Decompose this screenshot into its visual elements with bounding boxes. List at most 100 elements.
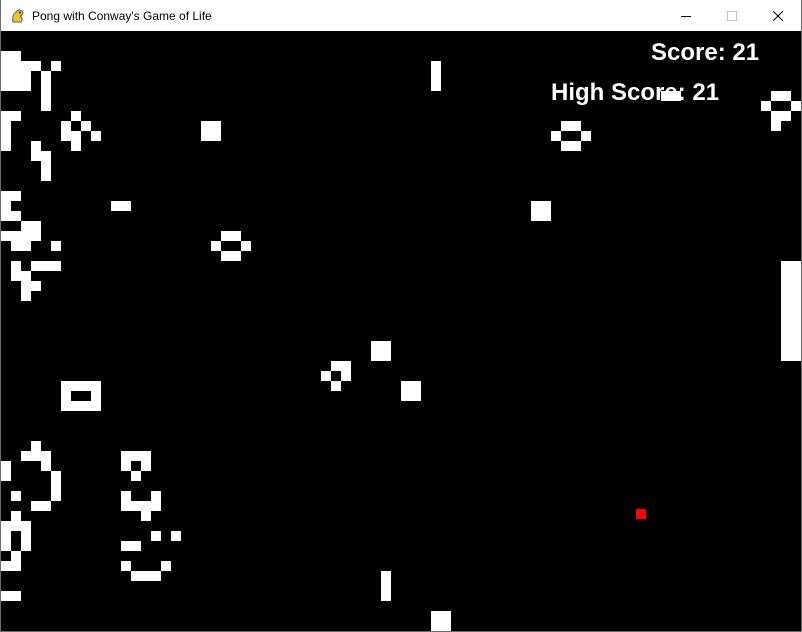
life-cell	[151, 501, 161, 511]
life-cell	[41, 261, 51, 271]
life-cell	[111, 201, 121, 211]
life-cell	[171, 531, 181, 541]
life-cell	[1, 231, 11, 241]
life-cell	[1, 191, 11, 201]
life-cell	[1, 591, 11, 601]
life-cell	[1, 61, 11, 71]
life-cell	[51, 61, 61, 71]
life-cell	[401, 381, 411, 391]
title-bar[interactable]: Pong with Conway's Game of Life	[1, 0, 801, 32]
life-cell	[561, 141, 571, 151]
life-cell	[771, 91, 781, 101]
minimize-icon	[681, 15, 691, 17]
life-cell	[91, 381, 101, 391]
life-cell	[1, 121, 11, 131]
life-cell	[531, 201, 541, 211]
life-cell	[81, 381, 91, 391]
life-cell	[121, 451, 131, 461]
life-cell	[41, 151, 51, 161]
life-cell	[21, 541, 31, 551]
life-cell	[31, 451, 41, 461]
life-cell	[561, 121, 571, 131]
life-cell	[541, 201, 551, 211]
life-cell	[51, 241, 61, 251]
life-cell	[761, 101, 771, 111]
life-cell	[1, 461, 11, 471]
life-cell	[201, 121, 211, 131]
life-cell	[331, 381, 341, 391]
life-cell	[31, 221, 41, 231]
close-button[interactable]	[755, 0, 801, 31]
maximize-icon	[727, 10, 737, 21]
life-cell	[61, 121, 71, 131]
life-cell	[1, 471, 11, 481]
life-cell	[431, 611, 441, 621]
life-cell	[41, 161, 51, 171]
life-cell	[211, 241, 221, 251]
life-cell	[321, 371, 331, 381]
pygame-snake-icon	[10, 8, 26, 24]
life-cell	[431, 71, 441, 81]
life-cell	[21, 531, 31, 541]
life-cell	[121, 561, 131, 571]
game-canvas[interactable]: Score: 21 High Score: 21	[1, 31, 801, 631]
life-cell	[121, 541, 131, 551]
life-cell	[11, 591, 21, 601]
life-cell	[121, 201, 131, 211]
life-cell	[431, 61, 441, 71]
life-cell	[401, 391, 411, 401]
life-cell	[61, 401, 71, 411]
life-cell	[31, 281, 41, 291]
life-cell	[51, 481, 61, 491]
life-cell	[221, 251, 231, 261]
life-cell	[411, 391, 421, 401]
life-cell	[441, 621, 451, 631]
life-cell	[1, 521, 11, 531]
life-cell	[71, 131, 81, 141]
life-cell	[121, 491, 131, 501]
life-cell	[131, 501, 141, 511]
life-cell	[21, 221, 31, 231]
life-cell	[51, 471, 61, 481]
life-cell	[141, 511, 151, 521]
life-cell	[11, 231, 21, 241]
life-cell	[231, 231, 241, 241]
life-cell	[21, 71, 31, 81]
life-cell	[1, 141, 11, 151]
life-cell	[141, 571, 151, 581]
life-cell	[151, 531, 161, 541]
maximize-button[interactable]	[709, 0, 755, 31]
life-cell	[771, 111, 781, 121]
life-cell	[91, 391, 101, 401]
life-cell	[31, 501, 41, 511]
life-cell	[11, 491, 21, 501]
life-cell	[11, 191, 21, 201]
minimize-button[interactable]	[663, 0, 709, 31]
life-cell	[31, 151, 41, 161]
life-cell	[11, 561, 21, 571]
life-cell	[141, 451, 151, 461]
life-cell	[61, 391, 71, 401]
life-cell	[41, 81, 51, 91]
life-cell	[11, 61, 21, 71]
life-cell	[381, 351, 391, 361]
life-cell	[11, 241, 21, 251]
life-cell	[21, 521, 31, 531]
window-title: Pong with Conway's Game of Life	[32, 8, 212, 23]
life-cell	[11, 551, 21, 561]
life-cell	[151, 491, 161, 501]
life-cell	[21, 451, 31, 461]
life-cell	[131, 471, 141, 481]
life-cell	[71, 401, 81, 411]
close-icon	[773, 10, 783, 21]
score-text: Score: 21	[651, 39, 760, 66]
life-cell	[11, 511, 21, 521]
life-cell	[11, 261, 21, 271]
life-cell	[11, 81, 21, 91]
life-cell	[41, 91, 51, 101]
life-cell	[411, 381, 421, 391]
life-cell	[71, 381, 81, 391]
life-cell	[31, 231, 41, 241]
life-cell	[371, 341, 381, 351]
life-cell	[161, 561, 171, 571]
